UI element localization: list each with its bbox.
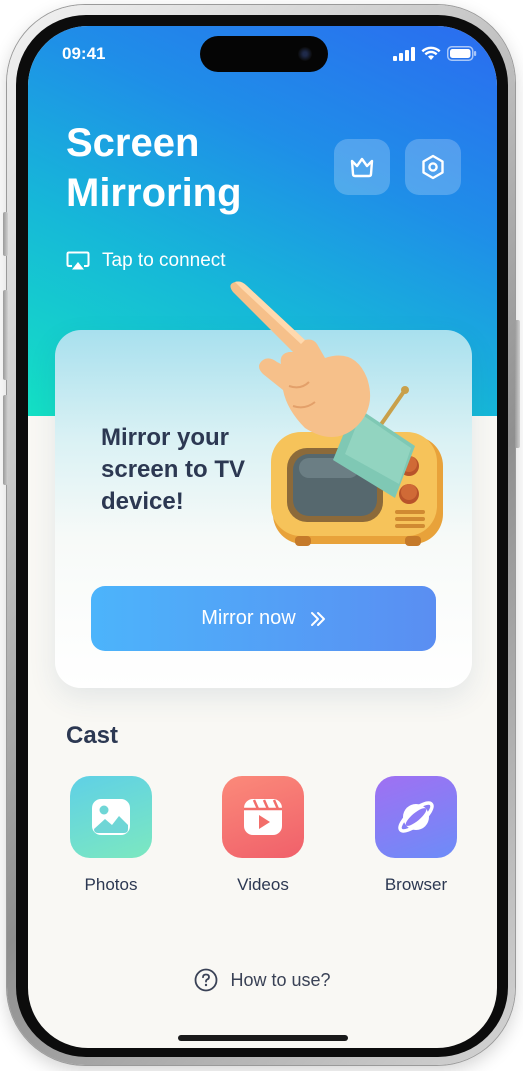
pointing-hand-illustration — [230, 281, 415, 498]
airplay-icon — [66, 251, 90, 270]
tap-to-connect-link[interactable]: Tap to connect — [66, 250, 226, 272]
power-button — [515, 320, 520, 448]
how-to-use-label: How to use? — [230, 969, 331, 990]
how-to-use-link[interactable]: How to use? — [28, 968, 497, 992]
settings-icon — [422, 154, 444, 180]
battery-icon — [447, 46, 477, 61]
question-circle-icon — [195, 968, 218, 992]
home-indicator[interactable] — [178, 1035, 348, 1041]
photos-tile[interactable] — [70, 776, 152, 858]
signal-icon — [393, 46, 415, 61]
status-icons — [393, 46, 477, 61]
tap-to-connect-label: Tap to connect — [102, 250, 226, 271]
volume-down-button — [3, 395, 8, 485]
premium-button[interactable] — [334, 139, 390, 195]
double-chevron-right-icon — [310, 611, 325, 626]
browser-tile[interactable] — [375, 776, 457, 858]
front-camera — [298, 47, 312, 61]
crown-icon — [350, 157, 374, 178]
cast-photos-label: Photos — [84, 875, 138, 894]
mirror-card: Mirror your screen to TV device! Mirror … — [55, 281, 472, 688]
device-mockup: 09:41 Screen Mirroring Tap to connect Mi… — [0, 0, 523, 1071]
dynamic-island — [200, 36, 328, 72]
title-line-2: Mirroring — [66, 171, 242, 215]
cast-browser-item[interactable]: Browser — [356, 776, 476, 895]
mute-switch — [3, 212, 8, 256]
wifi-icon — [421, 46, 441, 60]
videos-tile[interactable] — [222, 776, 304, 858]
cast-videos-label: Videos — [237, 875, 289, 894]
page-title: Screen Mirroring — [66, 118, 326, 218]
browser-icon — [398, 801, 434, 833]
status-time: 09:41 — [62, 44, 106, 63]
cast-photos-item[interactable]: Photos — [51, 776, 171, 895]
settings-button[interactable] — [405, 139, 461, 195]
mirror-now-label: Mirror now — [201, 607, 296, 629]
volume-up-button — [3, 290, 8, 380]
title-line-1: Screen — [66, 121, 200, 165]
videos-icon — [244, 799, 282, 835]
app-screen: 09:41 Screen Mirroring Tap to connect Mi… — [28, 26, 497, 1048]
cast-videos-item[interactable]: Videos — [203, 776, 323, 895]
cast-browser-label: Browser — [384, 875, 448, 894]
cast-section-title: Cast — [66, 722, 119, 749]
photos-icon — [92, 799, 130, 835]
mirror-now-button[interactable]: Mirror now — [91, 586, 436, 651]
